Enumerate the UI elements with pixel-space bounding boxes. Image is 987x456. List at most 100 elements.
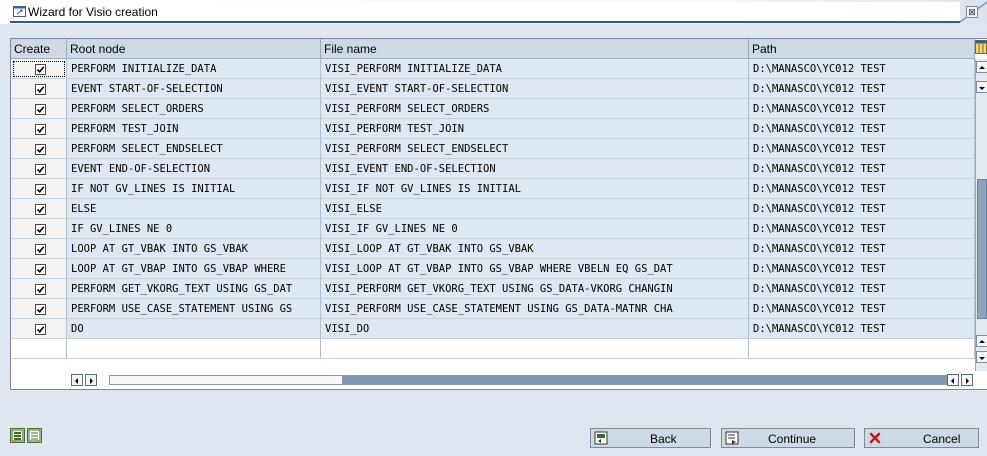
root-node-cell[interactable]: ELSE (67, 199, 321, 219)
back-button[interactable]: Back (590, 428, 711, 448)
scroll-right-end-button[interactable] (961, 374, 973, 386)
root-node-cell[interactable]: LOOP AT GT_VBAP INTO GS_VBAP WHERE (67, 259, 321, 279)
file-name-cell[interactable]: VISI_PERFORM USE_CASE_STATEMENT USING GS… (321, 299, 749, 319)
root-node-cell[interactable]: DO (67, 319, 321, 339)
table-row[interactable]: ELSE VISI_ELSE D:\MANASCO\YC012 TEST (11, 199, 975, 219)
file-name-cell[interactable]: VISI_LOOP AT GT_VBAK INTO GS_VBAK (321, 239, 749, 259)
path-cell[interactable]: D:\MANASCO\YC012 TEST (749, 119, 975, 139)
create-checkbox[interactable] (35, 84, 46, 95)
create-checkbox[interactable] (35, 144, 46, 155)
root-node-cell[interactable]: IF GV_LINES NE 0 (67, 219, 321, 239)
file-name-cell[interactable]: VISI_IF NOT GV_LINES IS INITIAL (321, 179, 749, 199)
table-row[interactable]: LOOP AT GT_VBAK INTO GS_VBAK VISI_LOOP AT… (11, 239, 975, 259)
root-node-cell[interactable]: EVENT END-OF-SELECTION (67, 159, 321, 179)
path-cell[interactable]: D:\MANASCO\YC012 TEST (749, 179, 975, 199)
path-cell[interactable]: D:\MANASCO\YC012 TEST (749, 239, 975, 259)
file-name-cell[interactable]: VISI_EVENT START-OF-SELECTION (321, 79, 749, 99)
file-name-cell[interactable]: VISI_EVENT END-OF-SELECTION (321, 159, 749, 179)
scroll-down-bottom-button[interactable] (976, 351, 987, 363)
create-checkbox[interactable] (35, 204, 46, 215)
file-name-cell[interactable]: VISI_DO (321, 319, 749, 339)
root-node-cell[interactable] (67, 339, 321, 359)
table-row[interactable]: EVENT END-OF-SELECTION VISI_EVENT END-OF-… (11, 159, 975, 179)
vertical-scrollbar[interactable] (975, 59, 987, 371)
table-row[interactable]: PERFORM USE_CASE_STATEMENT USING GS VISI_… (11, 299, 975, 319)
scroll-left-button[interactable] (71, 374, 83, 386)
vertical-scroll-thumb[interactable] (977, 179, 987, 319)
select-all-button[interactable] (10, 428, 25, 443)
root-node-cell[interactable]: PERFORM SELECT_ENDSELECT (67, 139, 321, 159)
file-name-cell[interactable]: VISI_PERFORM TEST_JOIN (321, 119, 749, 139)
column-header-root-node[interactable]: Root node (67, 39, 321, 59)
create-checkbox[interactable] (35, 124, 46, 135)
root-node-cell[interactable]: EVENT START-OF-SELECTION (67, 79, 321, 99)
close-button[interactable]: ⊠ (966, 6, 978, 18)
file-name-cell[interactable]: VISI_PERFORM GET_VKORG_TEXT USING GS_DAT… (321, 279, 749, 299)
path-cell[interactable]: D:\MANASCO\YC012 TEST (749, 259, 975, 279)
table-row[interactable] (11, 339, 975, 359)
table-row[interactable]: PERFORM TEST_JOIN VISI_PERFORM TEST_JOIN D… (11, 119, 975, 139)
create-checkbox[interactable] (35, 164, 46, 175)
root-node-cell[interactable]: PERFORM TEST_JOIN (67, 119, 321, 139)
column-config-icon[interactable] (975, 40, 987, 54)
path-cell[interactable]: D:\MANASCO\YC012 TEST (749, 279, 975, 299)
create-checkbox[interactable] (35, 284, 46, 295)
path-cell[interactable]: D:\MANASCO\YC012 TEST (749, 219, 975, 239)
continue-button[interactable]: Continue (721, 428, 855, 448)
table-row[interactable]: PERFORM INITIALIZE_DATA VISI_PERFORM INIT… (11, 59, 975, 79)
file-name-cell[interactable]: VISI_PERFORM INITIALIZE_DATA (321, 59, 749, 79)
table-row[interactable]: IF GV_LINES NE 0 VISI_IF GV_LINES NE 0 D:\… (11, 219, 975, 239)
horizontal-scroll-track[interactable] (109, 375, 951, 385)
path-cell[interactable]: D:\MANASCO\YC012 TEST (749, 79, 975, 99)
file-name-cell[interactable]: VISI_ELSE (321, 199, 749, 219)
horizontal-scrollbar[interactable] (71, 373, 975, 387)
root-node-cell[interactable]: LOOP AT GT_VBAK INTO GS_VBAK (67, 239, 321, 259)
path-cell[interactable]: D:\MANASCO\YC012 TEST (749, 59, 975, 79)
scroll-up-top-button[interactable] (976, 61, 987, 73)
file-name-cell[interactable]: VISI_LOOP AT GT_VBAP INTO GS_VBAP WHERE … (321, 259, 749, 279)
create-checkbox[interactable] (35, 264, 46, 275)
path-cell[interactable]: D:\MANASCO\YC012 TEST (749, 299, 975, 319)
root-node-cell[interactable]: IF NOT GV_LINES IS INITIAL (67, 179, 321, 199)
scroll-up-bottom-button[interactable] (976, 335, 987, 347)
cancel-button[interactable]: Cancel (864, 428, 979, 448)
column-header-file-name[interactable]: File name (321, 39, 749, 59)
path-cell[interactable]: D:\MANASCO\YC012 TEST (749, 319, 975, 339)
create-cell (11, 279, 67, 299)
scroll-right-button[interactable] (85, 374, 97, 386)
horizontal-scroll-thumb[interactable] (342, 376, 950, 384)
file-name-cell[interactable]: VISI_IF GV_LINES NE 0 (321, 219, 749, 239)
checkmark-icon (36, 146, 45, 154)
file-name-cell[interactable]: VISI_PERFORM SELECT_ORDERS (321, 99, 749, 119)
column-header-create[interactable]: Create (11, 39, 67, 59)
root-node-cell[interactable]: PERFORM SELECT_ORDERS (67, 99, 321, 119)
scroll-left-end-button[interactable] (947, 374, 959, 386)
path-cell[interactable]: D:\MANASCO\YC012 TEST (749, 99, 975, 119)
table-row[interactable]: IF NOT GV_LINES IS INITIAL VISI_IF NOT GV… (11, 179, 975, 199)
path-cell[interactable]: D:\MANASCO\YC012 TEST (749, 139, 975, 159)
table-row[interactable]: PERFORM GET_VKORG_TEXT USING GS_DAT VISI_… (11, 279, 975, 299)
column-header-path[interactable]: Path (749, 39, 975, 59)
table-row[interactable]: PERFORM SELECT_ENDSELECT VISI_PERFORM SEL… (11, 139, 975, 159)
create-checkbox[interactable] (35, 64, 46, 75)
create-checkbox[interactable] (35, 224, 46, 235)
file-name-cell[interactable]: VISI_PERFORM SELECT_ENDSELECT (321, 139, 749, 159)
root-node-cell[interactable]: PERFORM USE_CASE_STATEMENT USING GS (67, 299, 321, 319)
table-row[interactable]: DO VISI_DO D:\MANASCO\YC012 TEST (11, 319, 975, 339)
scroll-down-top-button[interactable] (976, 81, 987, 93)
root-node-cell[interactable]: PERFORM INITIALIZE_DATA (67, 59, 321, 79)
path-cell[interactable] (749, 339, 975, 359)
path-cell[interactable]: D:\MANASCO\YC012 TEST (749, 159, 975, 179)
create-checkbox[interactable] (35, 304, 46, 315)
create-checkbox[interactable] (35, 184, 46, 195)
deselect-all-button[interactable] (27, 428, 42, 443)
path-cell[interactable]: D:\MANASCO\YC012 TEST (749, 199, 975, 219)
create-checkbox[interactable] (35, 244, 46, 255)
table-row[interactable]: EVENT START-OF-SELECTION VISI_EVENT START… (11, 79, 975, 99)
table-row[interactable]: LOOP AT GT_VBAP INTO GS_VBAP WHERE VISI_L… (11, 259, 975, 279)
table-row[interactable]: PERFORM SELECT_ORDERS VISI_PERFORM SELECT… (11, 99, 975, 119)
create-checkbox[interactable] (35, 324, 46, 335)
file-name-cell[interactable] (321, 339, 749, 359)
create-checkbox[interactable] (35, 104, 46, 115)
root-node-cell[interactable]: PERFORM GET_VKORG_TEXT USING GS_DAT (67, 279, 321, 299)
